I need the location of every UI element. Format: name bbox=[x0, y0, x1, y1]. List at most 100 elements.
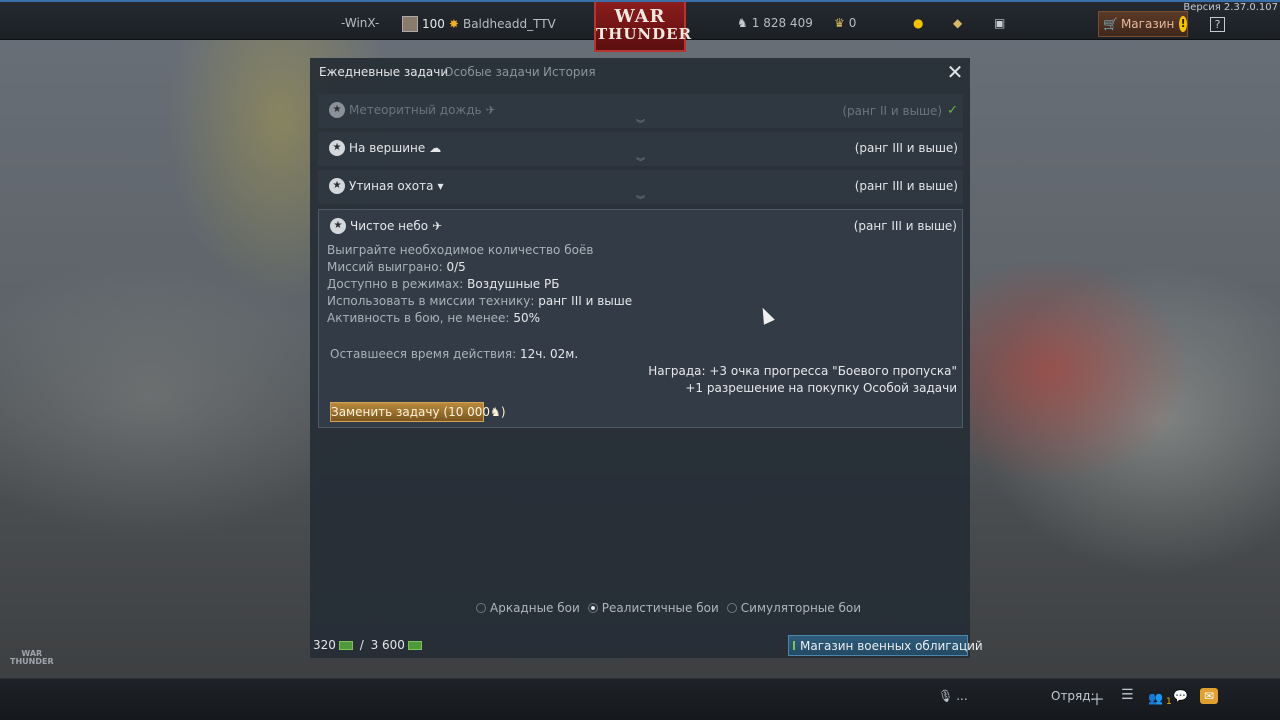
modes-value: Воздушные РБ bbox=[467, 277, 560, 291]
task-title: Чистое небо bbox=[350, 219, 429, 233]
plane-icon: ✈ bbox=[432, 219, 443, 233]
bond-icon bbox=[338, 640, 353, 650]
radio-icon bbox=[726, 603, 737, 613]
shop-button[interactable]: 🛒 Магазин ! bbox=[1098, 11, 1188, 37]
eagle-icon: ♛ bbox=[834, 16, 845, 30]
tab-special-tasks[interactable]: Особые задачи bbox=[444, 65, 540, 79]
mode-realistic[interactable]: Реалистичные бои bbox=[587, 601, 719, 615]
reward-line-1: Награда: +3 очка прогресса "Боевого проп… bbox=[648, 364, 957, 378]
voice-chat[interactable]: 🎙 ... bbox=[938, 689, 968, 703]
avatar bbox=[402, 16, 418, 32]
game-mode-selector: Аркадные бои Реалистичные бои Симуляторн… bbox=[476, 601, 861, 615]
friends-count: 1 bbox=[1165, 697, 1172, 707]
task-title: Метеоритный дождь bbox=[349, 103, 482, 117]
mode-label: Симуляторные бои bbox=[740, 601, 862, 615]
missions-value: 0/5 bbox=[446, 260, 466, 274]
golden-eagles[interactable]: ♛ 0 bbox=[834, 16, 856, 30]
tab-daily-tasks[interactable]: Ежедневные задачи bbox=[319, 65, 448, 79]
task-rank: (ранг III и выше) bbox=[853, 219, 957, 233]
bonds-current: 320 bbox=[313, 638, 336, 652]
task-rank: (ранг II и выше) bbox=[842, 103, 943, 118]
bonds-max: 3 600 bbox=[370, 638, 405, 652]
medal-icon: ★ bbox=[329, 140, 345, 156]
radio-icon bbox=[476, 603, 486, 613]
add-squad-member-button[interactable]: ＋ bbox=[1089, 686, 1105, 710]
logo-line-1: WAR bbox=[614, 6, 666, 27]
check-icon: ✓ bbox=[947, 103, 958, 118]
plane-icon: ✈ bbox=[485, 103, 496, 117]
task-meteor-shower[interactable]: ★ Метеоритный дождь ✈ (ранг II и выше) ✓ ︾ bbox=[318, 94, 963, 130]
mode-label: Реалистичные бои bbox=[601, 601, 719, 615]
replace-task-button[interactable]: Заменить задачу (10 000♞) bbox=[330, 402, 506, 422]
task-clear-sky: ★ Чистое небо ✈ (ранг III и выше) Выиграй… bbox=[318, 209, 963, 428]
microphone-icon: 🎙 bbox=[938, 689, 954, 703]
task-title: На вершине bbox=[349, 141, 426, 155]
tab-bar: Ежедневные задачи Особые задачи История … bbox=[310, 58, 970, 88]
medal-icon: ★ bbox=[329, 178, 345, 194]
lightbulb-icon[interactable]: ● bbox=[913, 16, 923, 30]
ticket-icon[interactable]: ▣ bbox=[994, 16, 1005, 30]
top-bar: Версия 2.37.0.107 -WinX- 100 ✸ Baldheadd… bbox=[0, 0, 1280, 52]
bonds-shop-label: Магазин военных облигаций bbox=[800, 638, 983, 653]
task-title: Утиная охота bbox=[349, 179, 434, 193]
vehicles-label: Использовать в миссии технику: bbox=[327, 294, 535, 308]
mail-icon[interactable]: ✉ bbox=[1200, 688, 1218, 704]
bond-icon bbox=[407, 640, 422, 650]
mode-label: Аркадные бои bbox=[490, 601, 580, 615]
task-at-the-top[interactable]: ★ На вершине ☁ (ранг III и выше) ︾ bbox=[318, 132, 963, 168]
time-value: 12ч. 02м. bbox=[520, 347, 579, 361]
chevron-down-icon: ︾ bbox=[636, 120, 646, 130]
bonds-separator: / bbox=[355, 638, 368, 652]
war-bonds-shop-button[interactable]: Магазин военных облигаций bbox=[788, 635, 983, 656]
mode-arcade[interactable]: Аркадные бои bbox=[476, 601, 580, 615]
task-duck-hunt[interactable]: ★ Утиная охота ▾ (ранг III и выше) ︾ bbox=[318, 170, 963, 206]
task-rank: (ранг III и выше) bbox=[854, 141, 958, 155]
voice-label: ... bbox=[956, 689, 968, 703]
mode-simulator[interactable]: Симуляторные бои bbox=[726, 601, 862, 615]
missions-won: Миссий выиграно: 0/5 bbox=[327, 260, 466, 274]
logo-line-2: THUNDER bbox=[596, 25, 693, 43]
activity-label: Активность в бою, не менее: bbox=[327, 311, 510, 325]
cloud-icon: ☁ bbox=[429, 141, 442, 155]
missions-label: Миссий выиграно: bbox=[327, 260, 443, 274]
list-icon[interactable]: ☰ bbox=[1121, 687, 1134, 703]
activity-value: 50% bbox=[513, 311, 540, 325]
close-icon[interactable]: ✕ bbox=[946, 62, 964, 82]
task-rank: (ранг III и выше) bbox=[854, 179, 958, 193]
contacts-icon: 👥 bbox=[1148, 691, 1163, 705]
war-thunder-logo[interactable]: WAR THUNDER bbox=[594, 2, 693, 52]
available-modes: Доступно в режимах: Воздушные РБ bbox=[327, 277, 559, 291]
bottom-bar: 🎙 ... Отряд: ＋ ☰ 👥 1 💬 ✉ bbox=[0, 678, 1280, 720]
nickname-label: Baldheadd_TTV bbox=[462, 17, 556, 31]
reward-line-2: +1 разрешение на покупку Особой задачи bbox=[685, 381, 957, 395]
contacts-button[interactable]: 👥 1 bbox=[1148, 689, 1172, 707]
chat-icon[interactable]: 💬 bbox=[1173, 689, 1188, 703]
alert-icon: ! bbox=[1179, 16, 1187, 32]
vehicle-requirement: Использовать в миссии технику: ранг III … bbox=[327, 294, 632, 308]
level-label: 100 bbox=[422, 17, 445, 31]
squad-tag[interactable]: -WinX- bbox=[341, 16, 379, 30]
medal-icon: ★ bbox=[329, 102, 345, 118]
shop-label: Магазин bbox=[1120, 17, 1175, 31]
diamond-icon[interactable]: ◆ bbox=[953, 16, 962, 30]
cart-icon: 🛒 bbox=[1103, 17, 1118, 31]
task-description: Выиграйте необходимое количество боёв bbox=[327, 243, 594, 257]
replace-task-label: Заменить задачу (10 000 bbox=[331, 405, 491, 419]
silver-lions-value: 1 828 409 bbox=[751, 16, 813, 30]
vehicles-value: ранг III и выше bbox=[538, 294, 633, 308]
silver-lions[interactable]: ♞ 1 828 409 bbox=[737, 16, 813, 30]
activity-requirement: Активность в бою, не менее: 50% bbox=[327, 311, 540, 325]
lion-icon: ♞) bbox=[490, 405, 506, 419]
radio-icon bbox=[587, 603, 598, 613]
help-button[interactable]: ? bbox=[1210, 17, 1225, 32]
chevron-down-icon: ︾ bbox=[636, 196, 646, 206]
version-label: Версия 2.37.0.107 bbox=[1183, 2, 1278, 13]
war-bonds-counter: 320 / 3 600 bbox=[313, 638, 422, 652]
chevron-down-icon: ︾ bbox=[636, 158, 646, 168]
bond-icon bbox=[793, 641, 795, 650]
tab-history[interactable]: История bbox=[543, 65, 596, 79]
watermark-line-2: THUNDER bbox=[10, 657, 54, 666]
medal-icon: ★ bbox=[330, 218, 346, 234]
modes-label: Доступно в режимах: bbox=[327, 277, 464, 291]
player-profile[interactable]: 100 ✸ Baldheadd_TTV bbox=[402, 16, 556, 32]
